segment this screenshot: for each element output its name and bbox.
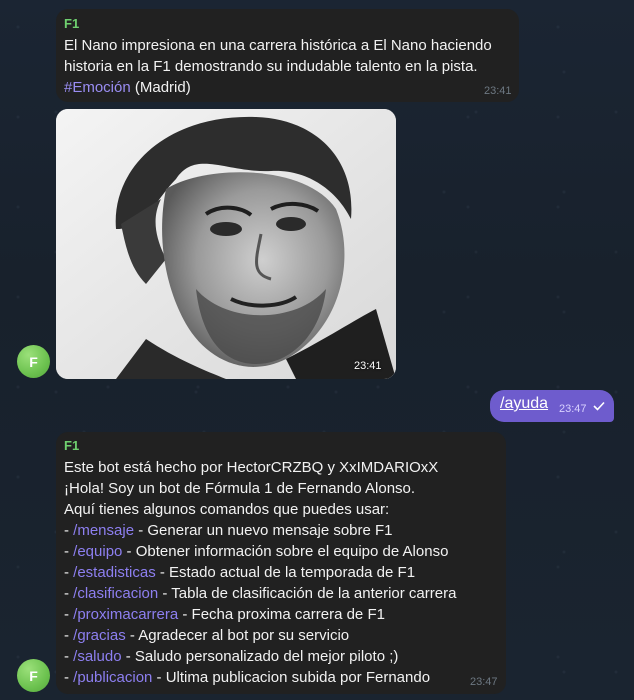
message-text: El Nano impresiona en una carrera histór… xyxy=(64,35,504,98)
message-time: 23:41 xyxy=(484,85,512,97)
check-icon xyxy=(592,399,606,418)
command-item-equipo: - /equipo - Obtener información sobre el… xyxy=(64,543,449,560)
sender-name[interactable]: F1 xyxy=(64,16,79,31)
user-message-bubble[interactable]: /ayuda 23:47 xyxy=(490,390,614,422)
message-time: 23:47 xyxy=(470,676,498,688)
location-text: (Madrid) xyxy=(130,79,191,96)
command-link[interactable]: /clasificacion xyxy=(73,585,158,602)
user-command-link[interactable]: /ayuda xyxy=(500,395,548,413)
sender-name[interactable]: F1 xyxy=(64,438,79,453)
avatar-letter: F xyxy=(29,353,38,370)
command-item-publicacion: - /publicacion - Ultima publicacion subi… xyxy=(64,669,431,686)
intro-line: Aquí tienes algunos comandos que puedes … xyxy=(64,501,390,518)
command-link[interactable]: /estadisticas xyxy=(73,564,156,581)
portrait-photo-image xyxy=(56,109,396,379)
command-item-gracias: - /gracias - Agradecer al bot por su ser… xyxy=(64,627,350,644)
command-link[interactable]: /equipo xyxy=(73,543,122,560)
bot-message-bubble[interactable]: F1 El Nano impresiona en una carrera his… xyxy=(56,9,519,102)
command-link[interactable]: /publicacion xyxy=(73,669,152,686)
command-item-mensaje: - /mensaje - Generar un nuevo mensaje so… xyxy=(64,522,393,539)
avatar-letter: F xyxy=(29,667,38,684)
command-link[interactable]: /proximacarrera xyxy=(73,606,178,623)
message-body: El Nano impresiona en una carrera histór… xyxy=(64,37,492,75)
command-item-proximacarrera: - /proximacarrera - Fecha proxima carrer… xyxy=(64,606,385,623)
portrait-photo[interactable]: 23:41 xyxy=(56,109,396,379)
command-item-estadisticas: - /estadisticas - Estado actual de la te… xyxy=(64,564,416,581)
bot-avatar[interactable]: F xyxy=(17,345,50,378)
bot-avatar[interactable]: F xyxy=(17,659,50,692)
command-link[interactable]: /gracias xyxy=(73,627,126,644)
hashtag-link[interactable]: #Emoción xyxy=(64,79,131,96)
intro-line: Este bot está hecho por HectorCRZBQ y Xx… xyxy=(64,459,439,476)
bot-help-message-bubble[interactable]: F1 Este bot está hecho por HectorCRZBQ y… xyxy=(56,432,506,694)
command-item-saludo: - /saludo - Saludo personalizado del mej… xyxy=(64,648,399,665)
command-link[interactable]: /mensaje xyxy=(73,522,134,539)
command-item-clasificacion: - /clasificacion - Tabla de clasificació… xyxy=(64,585,457,602)
photo-time: 23:41 xyxy=(354,360,382,372)
help-text: Este bot está hecho por HectorCRZBQ y Xx… xyxy=(64,457,456,688)
user-message-time: 23:47 xyxy=(559,403,587,415)
intro-line: ¡Hola! Soy un bot de Fórmula 1 de Fernan… xyxy=(64,480,416,497)
command-link[interactable]: /saludo xyxy=(73,648,121,665)
